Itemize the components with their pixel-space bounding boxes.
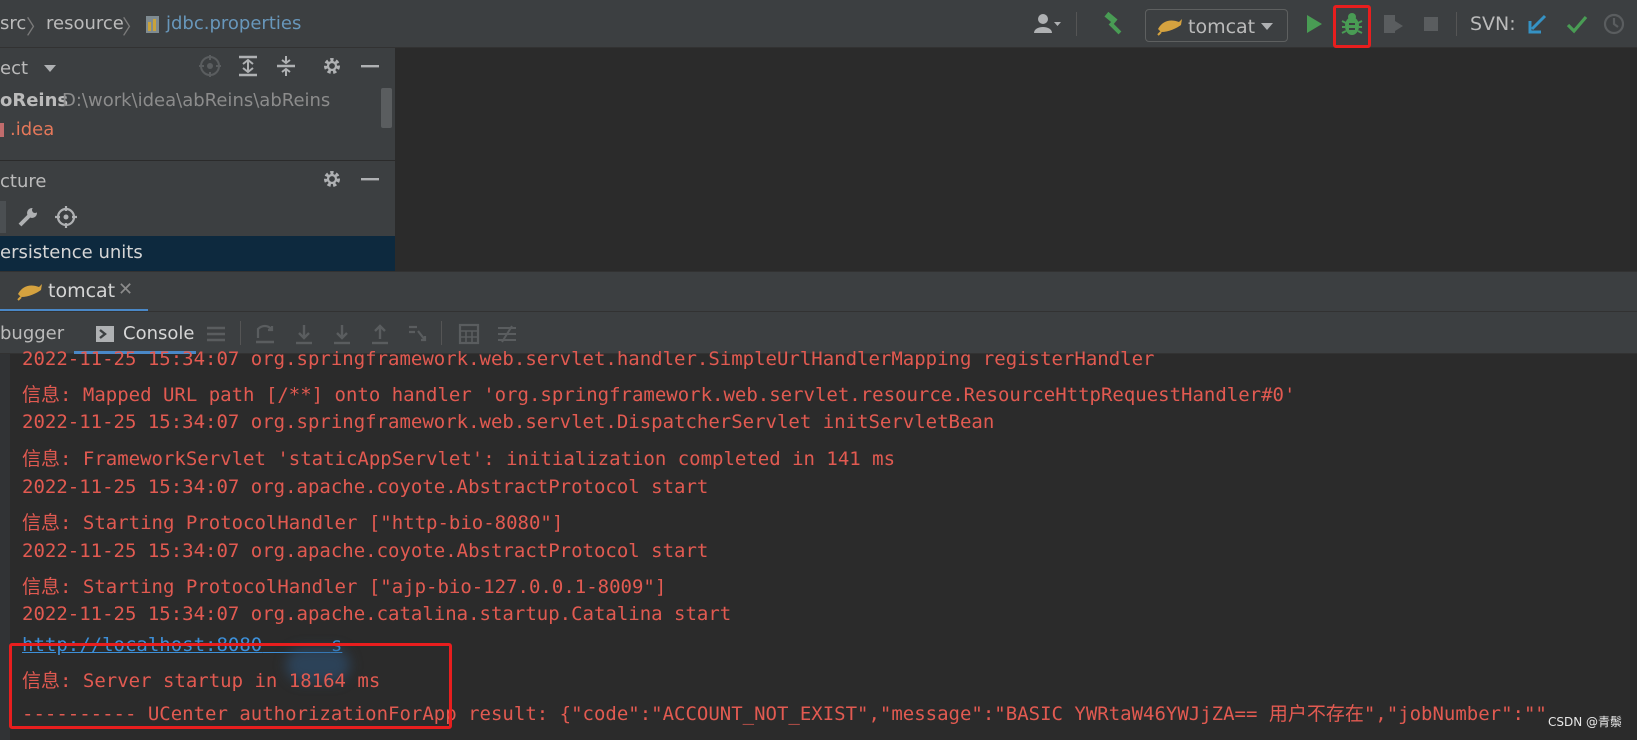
properties-file-icon	[140, 11, 168, 39]
step-over-icon[interactable]	[293, 323, 315, 345]
structure-panel: cture ersistence units	[0, 160, 395, 272]
collapse-all-icon[interactable]	[272, 52, 300, 80]
selected-tree-row[interactable]: ersistence units	[0, 236, 395, 272]
run-icon[interactable]	[1300, 10, 1328, 38]
console-output[interactable]: 2022-11-25 15:34:07 org.springframework.…	[0, 348, 1637, 740]
breadcrumb-separator: 〉	[122, 15, 142, 39]
breadcrumb-jdbc-properties[interactable]: jdbc.properties	[166, 13, 301, 34]
persistence-units-item: ersistence units	[0, 242, 143, 263]
run-window-tabs: tomcat ✕	[0, 271, 1637, 312]
structure-panel-title: cture	[0, 171, 47, 192]
log-line: 2022-11-25 15:34:07 org.springframework.…	[22, 348, 1155, 370]
run-to-cursor-icon[interactable]	[407, 323, 429, 345]
trace-icon[interactable]	[496, 323, 518, 345]
editor-area[interactable]	[396, 48, 1637, 271]
target-icon[interactable]	[52, 203, 80, 231]
build-hammer-icon[interactable]	[1101, 10, 1129, 38]
run-configuration-selector[interactable]: tomcat	[1145, 9, 1288, 42]
svn-label: SVN:	[1470, 13, 1516, 35]
wrench-icon[interactable]	[14, 203, 42, 231]
log-line: 信息: Starting ProtocolHandler ["http-bio-…	[22, 512, 564, 534]
startup-highlight-box	[9, 643, 452, 729]
toolbar-divider	[1076, 12, 1077, 36]
tomcat-icon	[1156, 12, 1184, 40]
idea-folder-item[interactable]: .idea	[10, 119, 54, 140]
debug-highlight-box	[1333, 5, 1371, 48]
tab-tomcat[interactable]: tomcat ✕	[0, 272, 148, 312]
coverage-icon[interactable]	[1379, 10, 1407, 38]
expand-all-icon[interactable]	[234, 52, 262, 80]
svn-update-icon[interactable]	[1524, 10, 1552, 38]
tab-tomcat-label: tomcat	[48, 280, 116, 302]
chevron-down-icon[interactable]	[42, 60, 58, 81]
log-line: 2022-11-25 15:34:07 org.apache.catalina.…	[22, 603, 732, 625]
show-execution-point-icon[interactable]	[254, 323, 276, 345]
tomcat-icon	[16, 277, 44, 305]
run-configuration-label: tomcat	[1188, 16, 1256, 38]
log-line: 2022-11-25 15:34:07 org.apache.coyote.Ab…	[22, 476, 709, 498]
minimize-icon[interactable]	[356, 165, 384, 193]
project-root-path: D:\work\idea\abReins\abReins	[62, 90, 331, 111]
user-icon[interactable]	[1034, 10, 1062, 38]
project-root-name[interactable]: oReins	[0, 90, 68, 111]
minimize-icon[interactable]	[356, 52, 384, 80]
breadcrumb-separator: 〉	[26, 15, 46, 39]
log-line: 信息: FrameworkServlet 'staticAppServlet':…	[22, 448, 896, 470]
toolbar-divider	[1456, 12, 1457, 36]
locate-icon[interactable]	[196, 52, 224, 80]
evaluate-expression-icon[interactable]	[458, 323, 480, 345]
console-icon	[94, 323, 116, 345]
project-panel-title[interactable]: ect	[0, 58, 28, 79]
tab-console[interactable]: Console	[123, 323, 194, 344]
gear-icon[interactable]	[318, 52, 346, 80]
toolbar-divider	[441, 321, 442, 345]
log-line: 2022-11-25 15:34:07 org.apache.coyote.Ab…	[22, 540, 709, 562]
scrollbar[interactable]	[381, 88, 392, 128]
navigation-bar: src 〉 resource 〉 jdbc.properties tomcat	[0, 0, 1637, 48]
breadcrumb-src[interactable]: src	[0, 13, 26, 34]
watermark: CSDN @青鬃	[1547, 715, 1622, 729]
chevron-down-icon	[1260, 16, 1274, 41]
toolbar-divider	[240, 321, 241, 345]
folder-icon	[0, 121, 4, 142]
svn-commit-icon[interactable]	[1563, 10, 1591, 38]
svn-history-icon[interactable]	[1600, 10, 1628, 38]
menu-lines-icon[interactable]	[205, 323, 227, 345]
step-into-icon[interactable]	[331, 323, 353, 345]
gear-icon[interactable]	[318, 165, 346, 193]
tab-debugger[interactable]: bugger	[0, 323, 64, 344]
project-panel: ect oReins D:\work\idea\abReins\abReins …	[0, 48, 395, 160]
log-line: 2022-11-25 15:34:07 org.springframework.…	[22, 411, 995, 433]
structure-toolbar-button[interactable]	[0, 201, 6, 233]
log-line: 信息: Starting ProtocolHandler ["ajp-bio-1…	[22, 576, 667, 598]
step-out-icon[interactable]	[369, 323, 391, 345]
stop-icon[interactable]	[1417, 10, 1445, 38]
breadcrumb-resource[interactable]: resource	[46, 13, 124, 34]
log-line: 信息: Mapped URL path [/**] onto handler '…	[22, 384, 1296, 406]
close-icon[interactable]: ✕	[118, 279, 133, 300]
